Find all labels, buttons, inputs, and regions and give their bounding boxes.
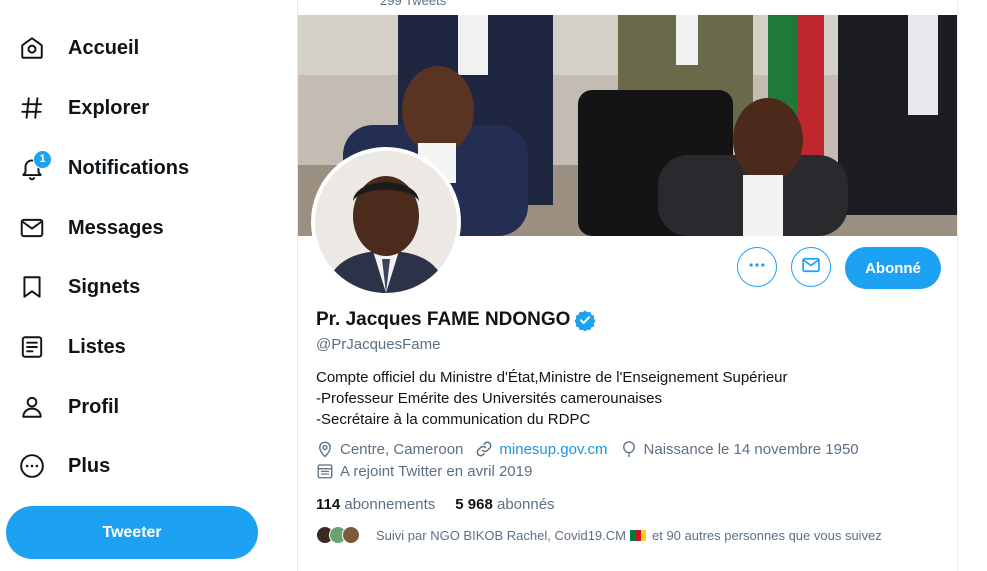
followers-count-link[interactable]: 5 968 abonnés — [455, 496, 554, 513]
sidebar-item-label: Notifications — [68, 156, 190, 179]
sidebar-nav: Accueil Explorer 1 Notifications Message… — [0, 0, 290, 571]
profile-location: Centre, Cameroon — [340, 440, 464, 458]
tweet-button[interactable]: Tweeter — [6, 506, 258, 559]
sidebar-item-notifications[interactable]: 1 Notifications — [8, 142, 203, 194]
followed-by-more-text: et 90 autres personnes que vous suivez — [651, 527, 882, 543]
sidebar-item-label: Explorer — [68, 96, 150, 119]
envelope-icon — [18, 214, 46, 242]
bell-icon: 1 — [18, 150, 52, 182]
following-button[interactable]: Abonné — [845, 247, 941, 289]
profile-column: 299 Tweets Abonné Pr. Jacques FAME NDONG… — [297, 0, 958, 571]
birth-item: Naissance le 14 novembre 1950 — [620, 440, 859, 458]
sidebar-item-more[interactable]: Plus — [8, 440, 124, 492]
following-label: abonnements — [344, 496, 436, 513]
profile-stats: 114 abonnements 5 968 abonnés — [316, 496, 575, 513]
followers-count: 5 968 — [455, 496, 493, 513]
profile-birthdate: Naissance le 14 novembre 1950 — [643, 440, 859, 458]
location-pin-icon — [319, 441, 331, 458]
hashtag-icon — [18, 94, 46, 122]
message-button[interactable] — [791, 247, 831, 287]
bio-line: Compte officiel du Ministre d'État,Minis… — [316, 369, 788, 386]
sidebar-item-label: Messages — [68, 216, 164, 239]
sidebar-item-label: Profil — [68, 395, 120, 418]
location-item: Centre, Cameroon — [316, 440, 463, 458]
verified-badge-icon — [574, 309, 597, 332]
followed-by-row[interactable]: Suivi par NGO BIKOB Rachel, Covid19.CM e… — [316, 526, 882, 544]
sidebar-item-bookmarks[interactable]: Signets — [8, 261, 154, 313]
sidebar-item-explore[interactable]: Explorer — [8, 82, 163, 134]
profile-avatar[interactable] — [311, 147, 461, 297]
profile-bio: Compte officiel du Ministre d'État,Minis… — [316, 367, 788, 430]
sidebar-item-home[interactable]: Accueil — [8, 22, 153, 74]
profile-name-row: Pr. Jacques FAME NDONGO — [316, 309, 597, 332]
tweet-count: 299 Tweets — [380, 0, 447, 8]
notification-badge: 1 — [33, 150, 52, 169]
following-count-link[interactable]: 114 abonnements — [316, 496, 435, 513]
profile-website-link[interactable]: minesup.gov.cm — [499, 441, 607, 458]
person-icon — [18, 393, 46, 421]
envelope-icon — [801, 255, 821, 280]
more-circle-icon — [18, 452, 46, 480]
profile-join-date: A rejoint Twitter en avril 2019 — [340, 462, 533, 480]
website-item: minesup.gov.cm — [475, 440, 608, 458]
profile-meta-row: A rejoint Twitter en avril 2019 — [316, 462, 544, 480]
list-icon — [18, 333, 46, 361]
home-icon — [18, 34, 46, 62]
sidebar-item-lists[interactable]: Listes — [8, 321, 140, 373]
sidebar-item-label: Listes — [68, 335, 126, 358]
mini-avatar — [342, 526, 360, 544]
bio-line: -Professeur Emérite des Universités came… — [316, 390, 662, 407]
more-dots-icon — [747, 255, 767, 280]
following-count: 114 — [316, 496, 341, 513]
more-options-button[interactable] — [737, 247, 777, 287]
link-icon — [476, 441, 492, 457]
followers-label: abonnés — [497, 496, 555, 513]
sidebar-item-messages[interactable]: Messages — [8, 202, 178, 254]
sidebar-item-label: Plus — [68, 454, 111, 477]
profile-name: Pr. Jacques FAME NDONGO — [316, 309, 571, 330]
profile-handle: @PrJacquesFame — [316, 336, 441, 353]
followed-by-text: Suivi par NGO BIKOB Rachel, Covid19.CM — [376, 527, 626, 543]
calendar-icon — [317, 464, 333, 479]
joined-item: A rejoint Twitter en avril 2019 — [316, 462, 532, 480]
bio-line: -Secrétaire à la communication du RDPC — [316, 411, 591, 428]
follower-avatars — [316, 526, 360, 544]
sidebar-item-label: Accueil — [68, 36, 140, 59]
balloon-icon — [622, 441, 635, 458]
cameroon-flag-icon — [629, 529, 646, 541]
sidebar-item-profile[interactable]: Profil — [8, 381, 133, 433]
sidebar-item-label: Signets — [68, 275, 141, 298]
profile-meta-row: Centre, Cameroon minesup.gov.cm Naissanc… — [316, 440, 871, 458]
bookmark-icon — [18, 273, 46, 301]
